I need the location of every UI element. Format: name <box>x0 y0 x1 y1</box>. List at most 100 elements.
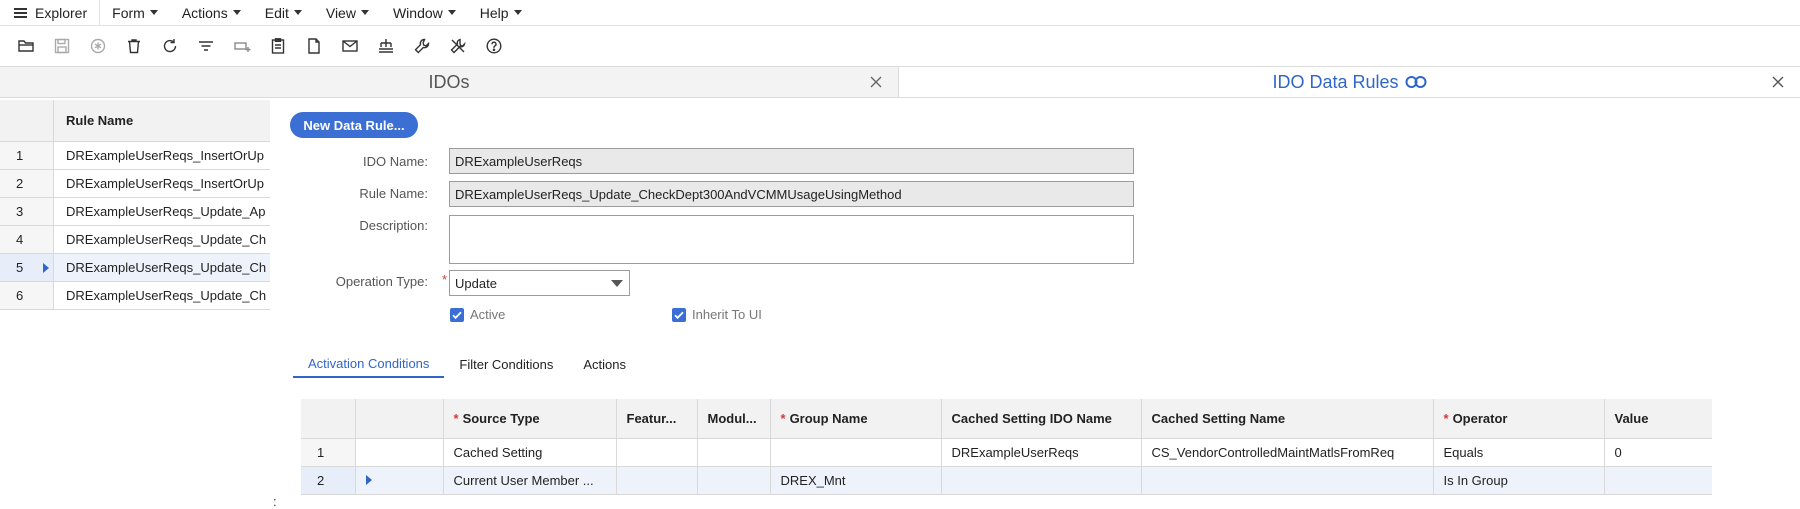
cached-setting-ido-name-header[interactable]: Cached Setting IDO Name <box>941 399 1142 439</box>
source-type-cell[interactable]: Cached Setting <box>443 438 617 467</box>
module-cell[interactable] <box>697 438 771 467</box>
table-row[interactable]: 5 DRExampleUserReqs_Update_Ch <box>0 254 270 282</box>
menu-edit[interactable]: Edit <box>253 0 314 26</box>
delete-icon[interactable] <box>116 32 152 60</box>
tab-idos[interactable]: IDOs <box>0 67 899 97</box>
rule-name-cell[interactable]: DRExampleUserReqs_Update_Ch <box>54 282 270 309</box>
operation-type-value: Update <box>455 275 497 291</box>
inherit-to-ui-checkbox[interactable]: Inherit To UI <box>672 307 762 322</box>
menu-edit-label: Edit <box>264 4 289 21</box>
operator-cell[interactable]: Is In Group <box>1433 466 1605 495</box>
table-row[interactable]: 2 DRExampleUserReqs_InsertOrUp <box>0 170 270 198</box>
row-number: 4 <box>0 226 54 253</box>
rule-name-cell[interactable]: DRExampleUserReqs_Update_Ch <box>54 226 270 253</box>
open-folder-icon[interactable] <box>8 32 44 60</box>
document-icon[interactable] <box>296 32 332 60</box>
close-icon[interactable] <box>868 74 884 90</box>
cached-setting-name-cell[interactable]: CS_VendorControlledMaintMatlsFromReq <box>1141 438 1434 467</box>
caret-down-icon <box>232 10 241 15</box>
table-row[interactable]: 3 DRExampleUserReqs_Update_Ap <box>0 198 270 226</box>
grid-header-row: * Source Type Featur... Modul... * Group N… <box>301 399 1712 439</box>
menu-window[interactable]: Window <box>381 0 468 26</box>
cached-setting-name-cell[interactable] <box>1141 466 1434 495</box>
menu-view[interactable]: View <box>314 0 381 26</box>
module-cell[interactable] <box>697 466 771 495</box>
cached-setting-ido-name-cell[interactable] <box>941 466 1142 495</box>
value-cell[interactable] <box>1604 466 1712 495</box>
filter-icon[interactable] <box>188 32 224 60</box>
wrench-icon[interactable] <box>404 32 440 60</box>
help-icon[interactable] <box>476 32 512 60</box>
add-row-icon[interactable] <box>224 32 260 60</box>
ido-name-field[interactable]: DRExampleUserReqs <box>449 148 1134 174</box>
feature-cell[interactable] <box>616 438 698 467</box>
current-row-marker-icon <box>365 474 372 485</box>
dropdown-arrow-icon <box>611 280 623 287</box>
table-row[interactable]: 2 Current User Member ... DREX_Mnt Is In… <box>301 466 1712 495</box>
operator-header[interactable]: * Operator <box>1433 399 1605 439</box>
group-name-cell[interactable] <box>770 438 942 467</box>
asterisk-icon[interactable] <box>80 32 116 60</box>
save-icon[interactable] <box>44 32 80 60</box>
operator-cell[interactable]: Equals <box>1433 438 1605 467</box>
refresh-icon[interactable] <box>152 32 188 60</box>
table-row[interactable]: 1 Cached Setting DRExampleUserReqs CS_Ve… <box>301 438 1712 467</box>
row-number: 3 <box>0 198 54 225</box>
menu-help[interactable]: Help <box>468 0 534 26</box>
rule-list-grid: Rule Name 1 DRExampleUserReqs_InsertOrUp … <box>0 100 270 310</box>
explorer-menu[interactable]: Explorer <box>0 0 101 26</box>
module-header[interactable]: Modul... <box>697 399 771 439</box>
cached-setting-name-header[interactable]: Cached Setting Name <box>1141 399 1434 439</box>
link-icon[interactable] <box>1405 75 1427 89</box>
toolbar <box>0 32 512 60</box>
cached-setting-ido-name-cell[interactable]: DRExampleUserReqs <box>941 438 1142 467</box>
rule-name-column-header[interactable]: Rule Name <box>54 100 270 141</box>
explorer-label: Explorer <box>35 4 88 21</box>
close-icon[interactable] <box>1770 74 1786 90</box>
rule-name-cell[interactable]: DRExampleUserReqs_InsertOrUp <box>54 142 270 169</box>
group-name-header[interactable]: * Group Name <box>770 399 942 439</box>
value-header[interactable]: Value <box>1604 399 1712 439</box>
source-type-cell[interactable]: Current User Member ... <box>443 466 617 495</box>
row-number: 6 <box>0 282 54 309</box>
feature-header[interactable]: Featur... <box>616 399 698 439</box>
menu-actions[interactable]: Actions <box>170 0 253 26</box>
table-row[interactable]: 4 DRExampleUserReqs_Update_Ch <box>0 226 270 254</box>
tools-icon[interactable] <box>440 32 476 60</box>
active-label: Active <box>470 307 506 322</box>
group-name-cell[interactable]: DREX_Mnt <box>770 466 942 495</box>
rule-name-label: Rule Name: <box>359 186 428 201</box>
tab-filter-conditions[interactable]: Filter Conditions <box>444 350 568 378</box>
description-field[interactable] <box>449 215 1134 264</box>
tab-idos-label: IDOs <box>428 71 470 92</box>
row-indicator-cell <box>355 466 444 495</box>
new-data-rule-button[interactable]: New Data Rule... <box>290 112 418 138</box>
status-colon: : <box>273 494 277 509</box>
table-row[interactable]: 1 DRExampleUserReqs_InsertOrUp <box>0 142 270 170</box>
tab-actions[interactable]: Actions <box>568 350 641 378</box>
tab-activation-conditions[interactable]: Activation Conditions <box>293 350 445 378</box>
rule-name-cell[interactable]: DRExampleUserReqs_Update_Ch <box>54 254 270 281</box>
rule-name-cell[interactable]: DRExampleUserReqs_InsertOrUp <box>54 170 270 197</box>
active-checkbox[interactable]: Active <box>450 307 505 322</box>
row-number: 5 <box>0 254 54 281</box>
required-marker: * <box>780 410 786 426</box>
operation-type-select[interactable]: Update <box>449 270 630 296</box>
clipboard-icon[interactable] <box>260 32 296 60</box>
rule-name-cell[interactable]: DRExampleUserReqs_Update_Ap <box>54 198 270 225</box>
feature-cell[interactable] <box>616 466 698 495</box>
mail-icon[interactable] <box>332 32 368 60</box>
source-type-header[interactable]: * Source Type <box>443 399 617 439</box>
menu-help-label: Help <box>479 4 509 21</box>
rule-list-header: Rule Name <box>0 100 270 142</box>
table-row[interactable]: 6 DRExampleUserReqs_Update_Ch <box>0 282 270 310</box>
value-cell[interactable]: 0 <box>1604 438 1712 467</box>
hierarchy-icon[interactable] <box>368 32 404 60</box>
tab-ido-data-rules[interactable]: IDO Data Rules <box>899 67 1800 97</box>
rule-name-field[interactable]: DRExampleUserReqs_Update_CheckDept300And… <box>449 181 1134 207</box>
group-name-header-label: Group Name <box>789 410 868 426</box>
menu-bar: Explorer Form Actions Edit View Window H… <box>0 0 1800 26</box>
menu-form[interactable]: Form <box>100 0 170 26</box>
tab-ido-data-rules-label: IDO Data Rules <box>1272 71 1399 92</box>
row-number-header <box>301 399 356 439</box>
